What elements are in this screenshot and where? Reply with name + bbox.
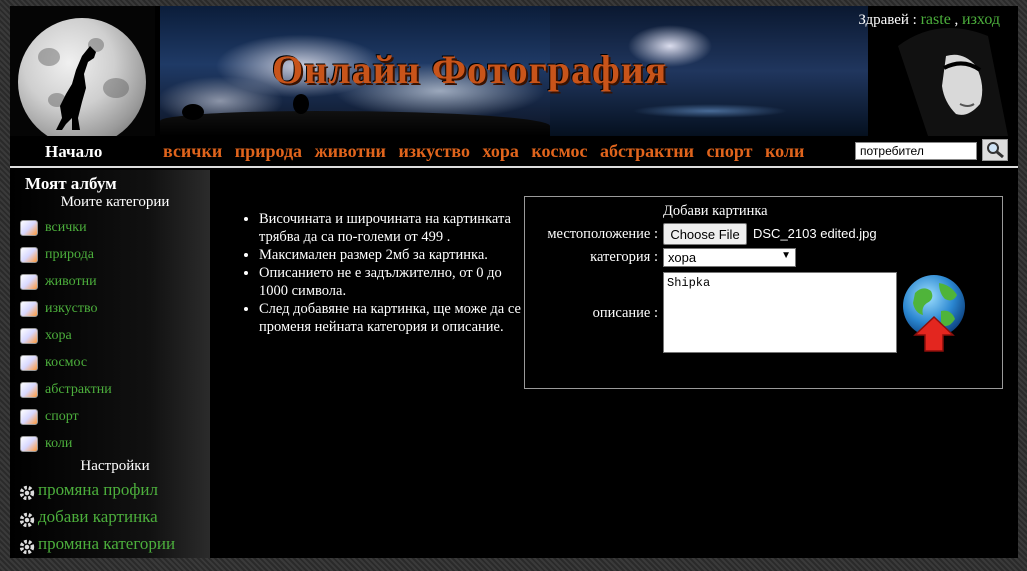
settings-label: промяна категории — [38, 534, 176, 553]
description-label: описание : — [592, 305, 658, 321]
sidebar-cat-label: хора — [45, 328, 72, 343]
sidebar-cat-sport[interactable]: спорт — [20, 409, 79, 425]
tree-icon — [293, 94, 309, 114]
sidebar-cat-label: абстрактни — [45, 382, 112, 397]
sidebar-cat-label: космос — [45, 355, 88, 370]
nav-cat-people[interactable]: хора — [483, 141, 519, 161]
page: Онлайн Фотография Здравей : raste , изхо… — [10, 6, 1018, 558]
sidebar-cat-people[interactable]: хора — [20, 328, 72, 344]
username-link[interactable]: raste — [921, 11, 951, 28]
settings-add-picture[interactable]: добави картинка — [18, 505, 158, 529]
header-banner: Онлайн Фотография Здравей : raste , изхо… — [10, 6, 1018, 136]
moon-wolf-image — [10, 6, 155, 136]
upload-rules-list: Височината и широчината на картинката тр… — [242, 210, 527, 336]
category-icon — [20, 247, 38, 263]
top-nav: Начало всички природа животни изкуство х… — [10, 136, 1018, 168]
settings-label: промяна профил — [38, 480, 158, 499]
rule-item: След добавяне на картинка, ще може да се… — [259, 300, 527, 336]
sidebar-cat-label: коли — [45, 436, 73, 451]
add-picture-form: Добави картинка местоположение : Choose … — [524, 196, 1003, 389]
search-button[interactable] — [982, 139, 1008, 161]
settings-edit-categories[interactable]: промяна категории — [18, 532, 175, 556]
description-textarea[interactable]: Shipka — [663, 272, 897, 353]
nav-cat-abstract[interactable]: абстрактни — [600, 141, 694, 161]
gear-icon — [19, 485, 35, 501]
gear-icon — [19, 539, 35, 555]
category-icon — [20, 220, 38, 236]
sidebar: Моят албум Моите категории всички природ… — [10, 170, 210, 558]
category-icon — [20, 409, 38, 425]
category-nav: всички природа животни изкуство хора кос… — [163, 141, 812, 162]
category-icon — [20, 355, 38, 371]
category-select[interactable]: хора ▼ — [663, 248, 796, 267]
nav-cat-sport[interactable]: спорт — [707, 141, 753, 161]
user-search-input[interactable]: потребител — [855, 142, 977, 160]
sidebar-cat-cars[interactable]: коли — [20, 436, 72, 452]
logout-link[interactable]: изход — [962, 11, 1000, 28]
category-icon — [20, 274, 38, 290]
settings-edit-profile[interactable]: промяна профил — [18, 478, 158, 502]
sidebar-cat-label: природа — [45, 247, 94, 262]
nav-cat-animals[interactable]: животни — [315, 141, 386, 161]
sidebar-cat-label: спорт — [45, 409, 79, 424]
nav-cat-cars[interactable]: коли — [765, 141, 804, 161]
rule-item: Описанието не е задължително, от 0 до 10… — [259, 264, 527, 300]
category-icon — [20, 301, 38, 317]
site-title: Онлайн Фотография — [272, 47, 668, 92]
chevron-down-icon: ▼ — [781, 250, 791, 261]
nav-cat-space[interactable]: космос — [531, 141, 587, 161]
category-select-value: хора — [668, 250, 697, 265]
rule-item: Височината и широчината на картинката тр… — [259, 210, 527, 246]
album-title: Моят албум — [25, 174, 117, 193]
globe-upload-icon[interactable] — [901, 273, 967, 355]
category-label: категория : — [590, 249, 658, 265]
home-link[interactable]: Начало — [45, 142, 102, 162]
selected-file-name: DSC_2103 edited.jpg — [753, 226, 877, 241]
sidebar-cat-abstract[interactable]: абстрактни — [20, 382, 112, 398]
sidebar-cat-animals[interactable]: животни — [20, 274, 97, 290]
gear-icon — [19, 512, 35, 528]
sidebar-cat-label: изкуство — [45, 301, 98, 316]
category-icon — [20, 436, 38, 452]
settings-label: добави картинка — [38, 507, 158, 526]
magnifier-icon — [987, 142, 1004, 159]
nav-cat-nature[interactable]: природа — [235, 141, 302, 161]
settings-title: Настройки — [80, 458, 150, 474]
my-categories-title: Моите категории — [60, 194, 170, 210]
greeting-label: Здравей : — [858, 12, 917, 28]
rule-item: Максимален размер 2мб за картинка. — [259, 246, 527, 264]
nav-cat-all[interactable]: всички — [163, 141, 222, 161]
user-greeting: Здравей : raste , изход — [858, 11, 1000, 29]
sidebar-cat-label: животни — [45, 274, 97, 289]
category-icon — [20, 382, 38, 398]
choose-file-button[interactable]: Choose File — [663, 223, 747, 245]
category-icon — [20, 328, 38, 344]
bush-icon — [182, 104, 204, 120]
location-label: местоположение : — [547, 226, 658, 242]
form-title: Добави картинка — [663, 203, 768, 219]
sidebar-cat-art[interactable]: изкуство — [20, 301, 97, 317]
wolf-icon — [56, 46, 96, 130]
sidebar-cat-label: всички — [45, 220, 87, 235]
sidebar-cat-all[interactable]: всички — [20, 220, 87, 236]
greeting-separator: , — [954, 12, 959, 28]
nav-cat-art[interactable]: изкуство — [398, 141, 470, 161]
sidebar-cat-nature[interactable]: природа — [20, 247, 94, 263]
sidebar-cat-space[interactable]: космос — [20, 355, 87, 371]
